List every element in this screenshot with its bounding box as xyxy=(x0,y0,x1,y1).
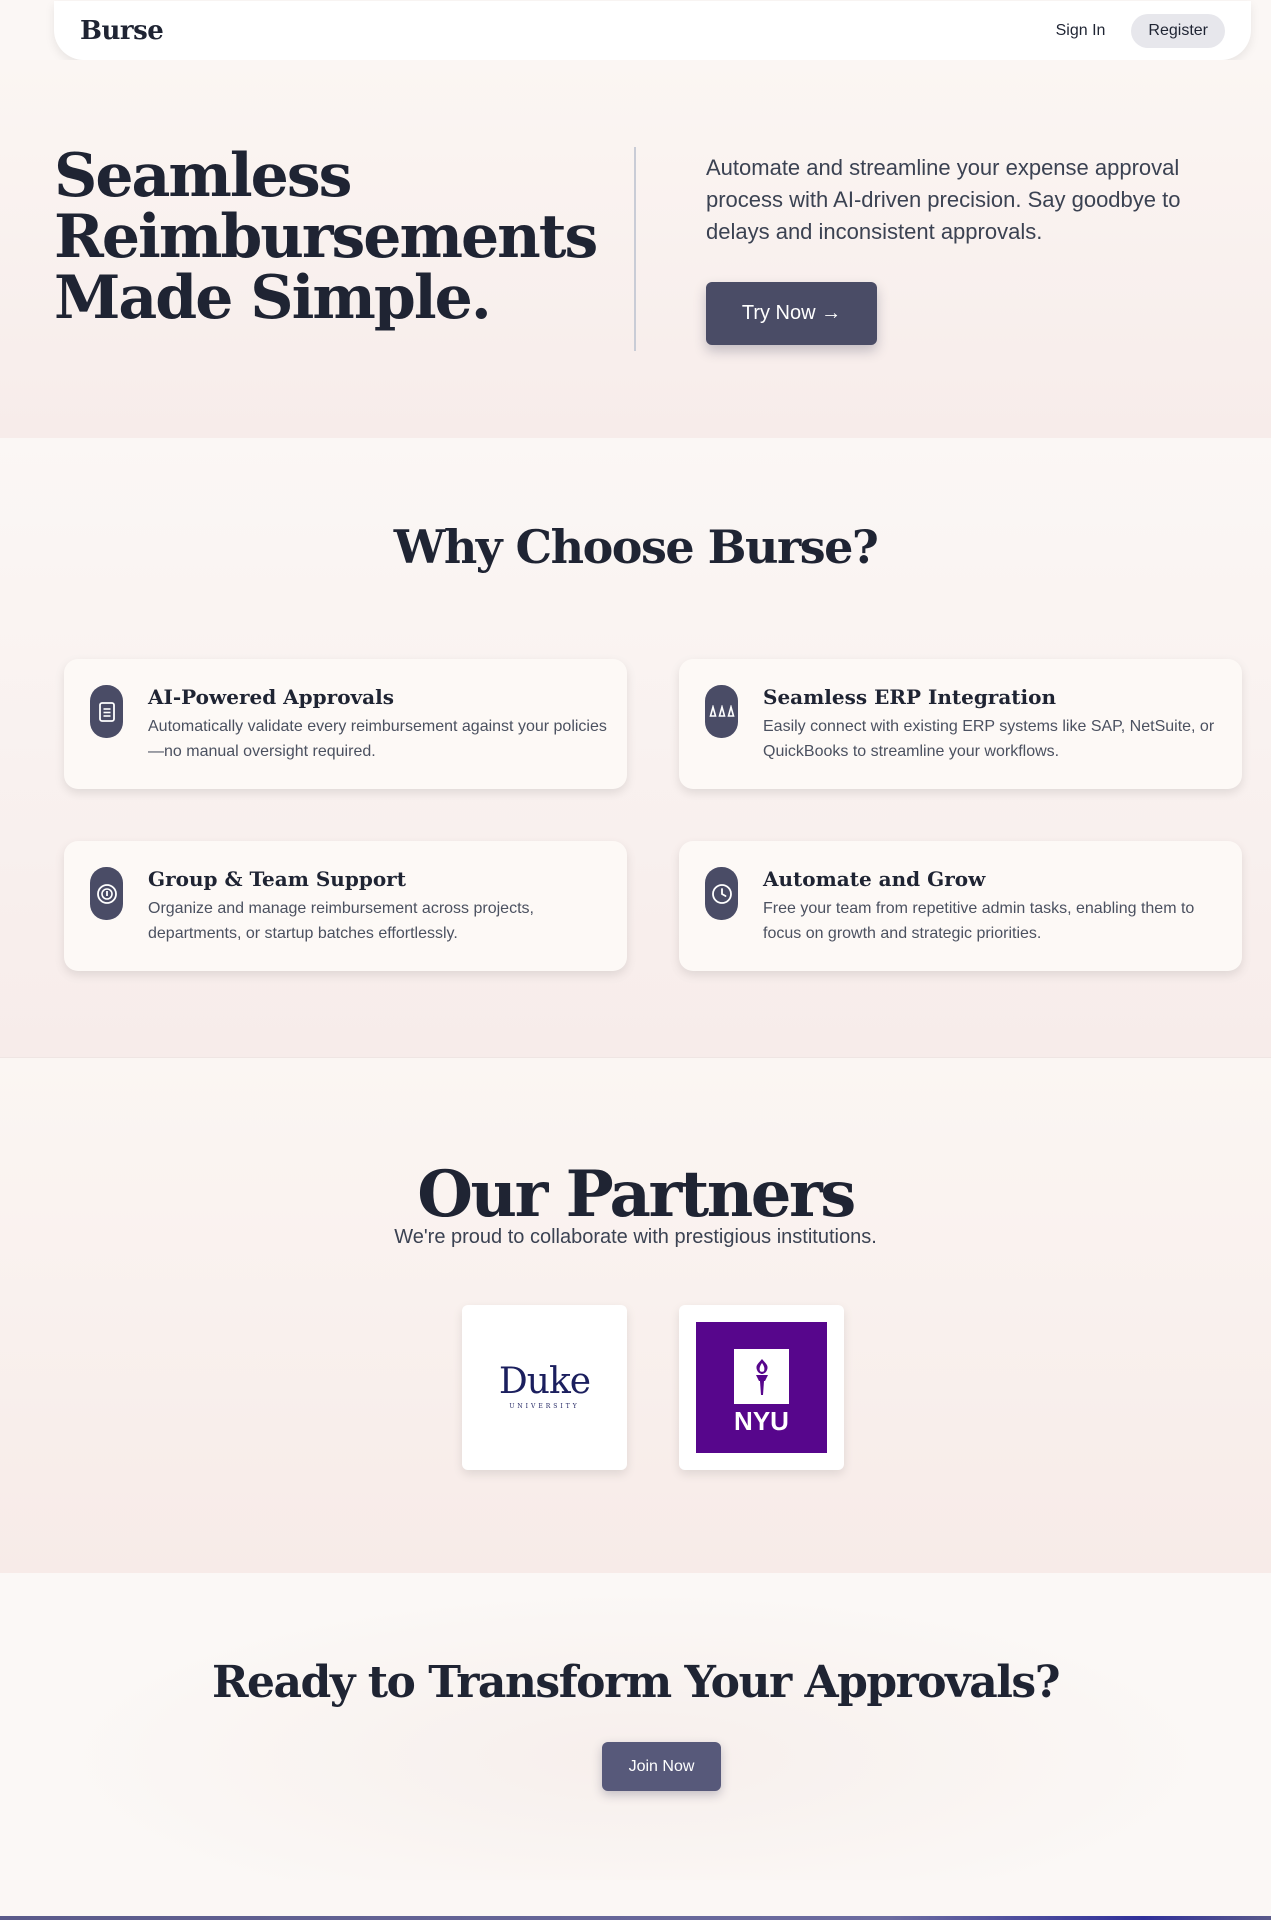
document-icon xyxy=(90,685,123,738)
nyu-logo-text: NYU xyxy=(734,1406,789,1436)
hero-description: Automate and streamline your expense app… xyxy=(706,155,1181,244)
nav-actions: Sign In Register xyxy=(1044,13,1225,48)
team-icon xyxy=(90,867,123,920)
top-navbar: Burse Sign In Register xyxy=(54,1,1251,60)
feature-card: Seamless ERP Integration Easily connect … xyxy=(679,659,1242,789)
partners-title: Our Partners xyxy=(417,1157,856,1232)
footer-strip xyxy=(0,1916,1271,1920)
hero-title-line: Seamless xyxy=(54,141,352,211)
feature-title: Group & Team Support xyxy=(148,867,406,891)
join-now-button[interactable]: Join Now xyxy=(602,1742,721,1791)
feature-title: Automate and Grow xyxy=(763,867,986,891)
nyu-logo[interactable]: NYU xyxy=(679,1305,844,1470)
register-button[interactable]: Register xyxy=(1131,13,1225,48)
hero-section: Seamless Reimbursements Made Simple. Aut… xyxy=(0,60,1271,438)
partners-section: Our Partners We're proud to collaborate … xyxy=(0,1058,1271,1573)
duke-logo-subtext: UNIVERSITY xyxy=(509,1403,580,1410)
feature-title: Seamless ERP Integration xyxy=(763,685,1057,709)
hero-title-line: Reimbursements xyxy=(54,202,598,272)
feature-card: Group & Team Support Organize and manage… xyxy=(64,841,627,971)
partners-subtitle: We're proud to collaborate with prestigi… xyxy=(394,1226,877,1248)
feature-text: Free your team from repetitive admin tas… xyxy=(763,900,1195,942)
cta-section: Ready to Transform Your Approvals? Join … xyxy=(0,1573,1271,1880)
feature-text: Easily connect with existing ERP systems… xyxy=(763,718,1215,760)
duke-logo[interactable]: Duke UNIVERSITY xyxy=(462,1305,627,1470)
clock-icon xyxy=(705,867,738,920)
try-now-button[interactable]: Try Now → xyxy=(706,282,877,345)
cta-title: Ready to Transform Your Approvals? xyxy=(211,1657,1061,1708)
features-section: Why Choose Burse? AI-Powered Approvals A… xyxy=(0,438,1271,1058)
feature-text: Organize and manage reimbursement across… xyxy=(148,900,534,942)
torch-icon xyxy=(755,1358,768,1395)
hero-title-line: Made Simple. xyxy=(54,263,492,333)
feature-title: AI-Powered Approvals xyxy=(148,685,394,709)
nyu-torch-box xyxy=(734,1349,789,1404)
hero-title: Seamless Reimbursements Made Simple. xyxy=(54,141,598,333)
brand-logo[interactable]: Burse xyxy=(80,16,164,46)
nyu-logo-panel: NYU xyxy=(696,1322,827,1453)
signin-link[interactable]: Sign In xyxy=(1044,14,1118,48)
feature-card: AI-Powered Approvals Automatically valid… xyxy=(64,659,627,789)
feature-text: Automatically validate every reimburseme… xyxy=(148,718,607,760)
feature-card: Automate and Grow Free your team from re… xyxy=(679,841,1242,971)
hero-divider xyxy=(634,147,636,351)
integration-icon xyxy=(705,685,738,738)
features-title: Why Choose Burse? xyxy=(393,520,879,574)
duke-logo-text: Duke xyxy=(498,1361,591,1402)
